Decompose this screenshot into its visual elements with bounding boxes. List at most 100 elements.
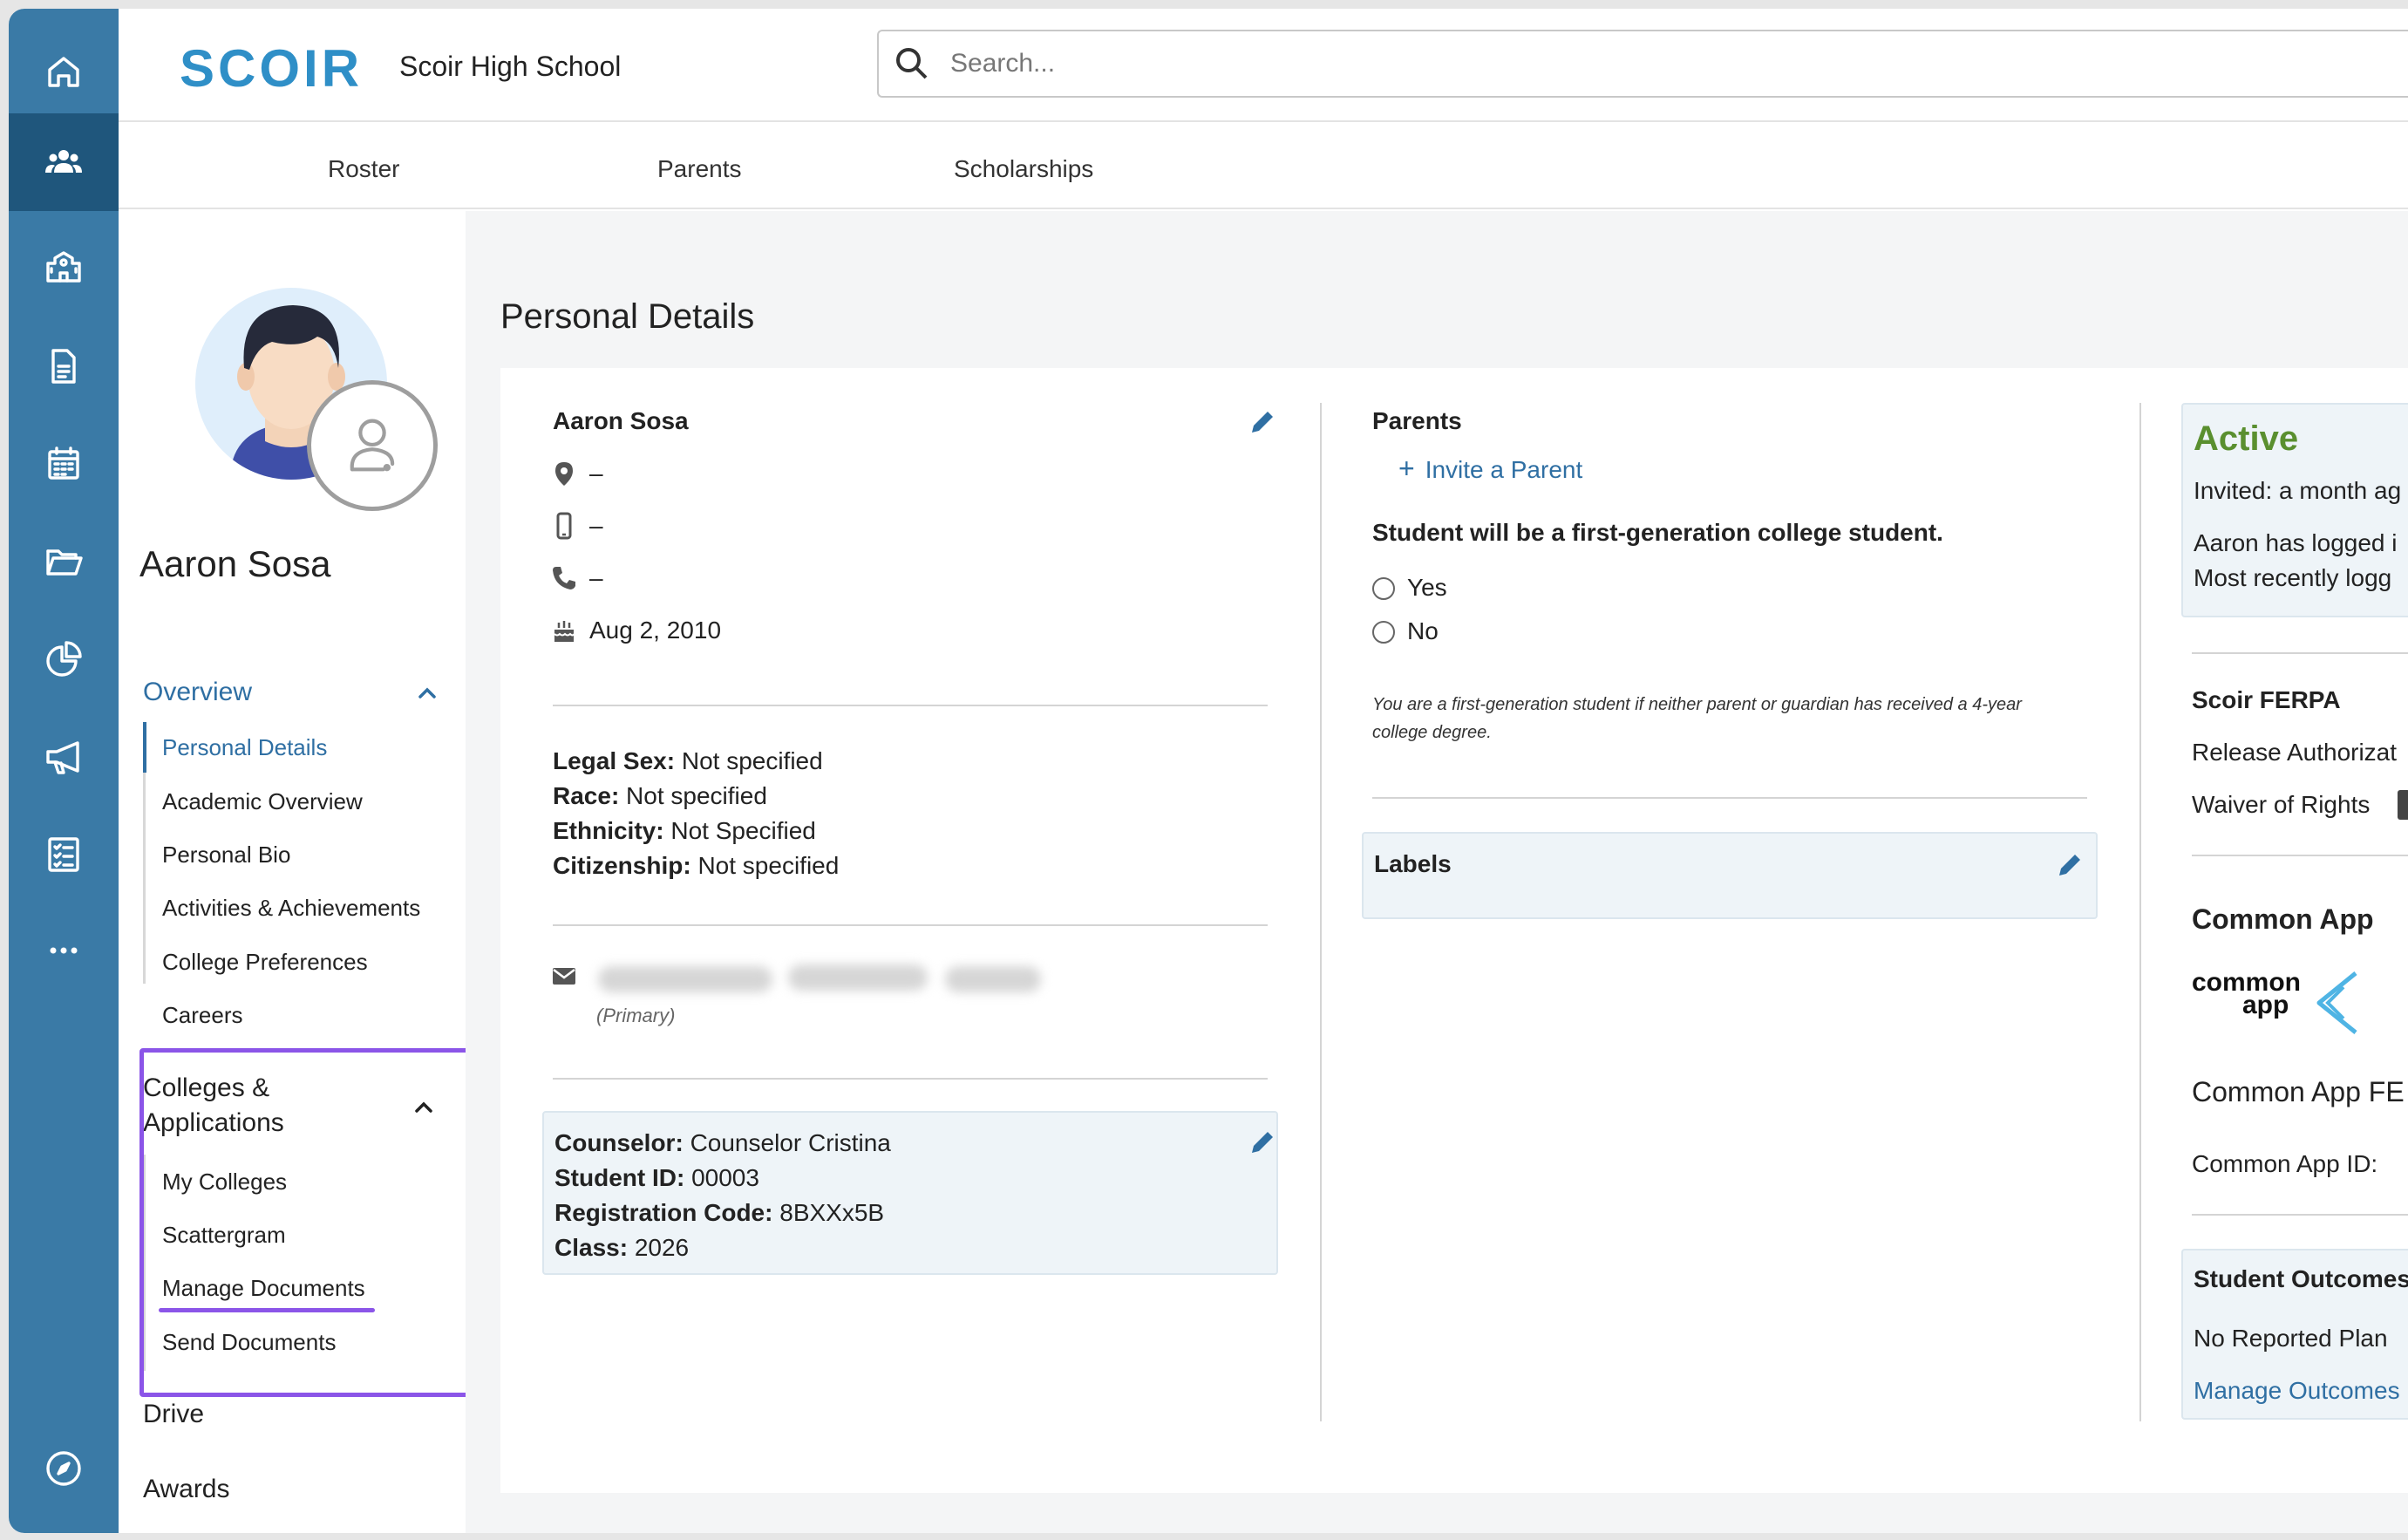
left-rail bbox=[9, 9, 119, 1533]
search-input[interactable] bbox=[950, 49, 1996, 78]
tab-parents[interactable]: Parents bbox=[657, 153, 742, 185]
calendar-icon[interactable] bbox=[9, 415, 119, 513]
class-row: Class: 2026 bbox=[554, 1231, 689, 1264]
search-icon bbox=[896, 48, 928, 79]
status-logged-line2: Most recently logg bbox=[2194, 564, 2392, 591]
radio-yes[interactable] bbox=[1372, 577, 1395, 600]
search-bar[interactable] bbox=[877, 30, 2408, 98]
labels-box bbox=[1362, 832, 2098, 919]
edit-pencil-icon[interactable] bbox=[2054, 849, 2085, 881]
sidebar-item-personal-bio[interactable]: Personal Bio bbox=[162, 840, 290, 869]
sidebar-item-activities[interactable]: Activities & Achievements bbox=[162, 893, 420, 923]
scoir-logo[interactable]: SCOIR bbox=[180, 38, 363, 99]
divider bbox=[553, 1078, 1268, 1080]
common-app-logo: common app bbox=[2192, 970, 2366, 1039]
contact-name: Aaron Sosa bbox=[553, 407, 689, 434]
document-icon[interactable] bbox=[9, 317, 119, 415]
first-gen-note-line1: You are a first-generation student if ne… bbox=[1372, 695, 2022, 714]
ethnicity-value: Not Specified bbox=[670, 817, 816, 844]
registration-code-value: 8BXXx5B bbox=[779, 1199, 885, 1226]
status-invited: Invited: a month ag bbox=[2194, 477, 2402, 504]
people-icon[interactable] bbox=[9, 113, 119, 211]
citizenship-value: Not specified bbox=[697, 852, 840, 879]
pie-chart-icon[interactable] bbox=[9, 610, 119, 708]
megaphone-icon[interactable] bbox=[9, 708, 119, 806]
invite-parent-label: Invite a Parent bbox=[1425, 456, 1583, 483]
student-id-label: Student ID: bbox=[554, 1164, 685, 1191]
divider bbox=[553, 924, 1268, 926]
address-value: – bbox=[589, 460, 603, 487]
page-title: Personal Details bbox=[500, 297, 755, 336]
legal-sex-row: Legal Sex: Not specified bbox=[553, 745, 823, 778]
citizenship-label: Citizenship: bbox=[553, 852, 691, 879]
class-value: 2026 bbox=[634, 1234, 690, 1261]
radio-no[interactable] bbox=[1372, 621, 1395, 644]
change-photo-icon[interactable] bbox=[307, 380, 438, 511]
race-value: Not specified bbox=[626, 782, 767, 809]
radio-yes-label: Yes bbox=[1407, 574, 1447, 601]
divider bbox=[2192, 1214, 2408, 1216]
column-divider bbox=[1320, 403, 1322, 1421]
school-icon[interactable] bbox=[9, 218, 119, 316]
parents-heading: Parents bbox=[1372, 407, 1462, 434]
email-primary-note: (Primary) bbox=[596, 1005, 676, 1026]
phone-value: – bbox=[589, 564, 603, 591]
ethnicity-label: Ethnicity: bbox=[553, 817, 664, 844]
no-reported-plan: No Reported Plan bbox=[2194, 1325, 2388, 1352]
legal-sex-label: Legal Sex: bbox=[553, 747, 676, 774]
first-gen-note-line2: college degree. bbox=[1372, 723, 1492, 742]
sidebar-item-drive[interactable]: Drive bbox=[143, 1397, 204, 1432]
tab-roster[interactable]: Roster bbox=[328, 153, 399, 185]
race-row: Race: Not specified bbox=[553, 780, 767, 813]
divider bbox=[1372, 797, 2087, 799]
radio-no-label: No bbox=[1407, 617, 1439, 644]
email-redacted bbox=[945, 966, 1041, 992]
student-id-row: Student ID: 00003 bbox=[554, 1162, 759, 1195]
sidebar-item-academic-overview[interactable]: Academic Overview bbox=[162, 787, 363, 816]
chevron-up-icon[interactable] bbox=[415, 681, 439, 705]
ferpa-release: Release Authorizat bbox=[2192, 739, 2398, 766]
overview-section-label[interactable]: Overview bbox=[143, 675, 252, 710]
divider bbox=[553, 705, 1268, 706]
first-gen-question: Student will be a first-generation colle… bbox=[1372, 519, 1943, 546]
email-redacted bbox=[788, 964, 928, 991]
home-icon[interactable] bbox=[9, 23, 119, 120]
student-name: Aaron Sosa bbox=[139, 543, 331, 584]
highlight-box bbox=[139, 1048, 490, 1397]
common-app-fe: Common App FE bbox=[2192, 1076, 2405, 1107]
registration-code-row: Registration Code: 8BXXx5B bbox=[554, 1196, 884, 1230]
folder-icon[interactable] bbox=[9, 513, 119, 610]
common-app-logo-word2: app bbox=[2242, 991, 2289, 1019]
tab-scholarships[interactable]: Scholarships bbox=[954, 153, 1093, 185]
outcomes-heading: Student Outcomes bbox=[2194, 1265, 2408, 1292]
column-divider bbox=[2139, 403, 2141, 1421]
edit-pencil-icon[interactable] bbox=[1247, 406, 1278, 438]
status-active: Active bbox=[2194, 419, 2299, 458]
status-logged-line1: Aaron has logged i bbox=[2194, 529, 2398, 556]
main-content: Personal Details Aaron Sosa – – – Aug 2,… bbox=[466, 211, 2408, 1533]
location-icon bbox=[555, 462, 573, 486]
section-nav: Roster Parents Scholarships bbox=[119, 124, 2408, 209]
more-icon[interactable] bbox=[9, 902, 119, 999]
edit-pencil-icon[interactable] bbox=[1247, 1127, 1278, 1158]
sidebar-item-personal-details[interactable]: Personal Details bbox=[162, 733, 327, 762]
race-label: Race: bbox=[553, 782, 620, 809]
checklist-icon[interactable] bbox=[9, 806, 119, 903]
compass-icon[interactable] bbox=[9, 1420, 119, 1517]
email-icon bbox=[553, 968, 575, 985]
invite-parent-link[interactable]: + Invite a Parent bbox=[1398, 452, 1582, 487]
student-sidebar: Aaron Sosa Overview Personal Details Aca… bbox=[119, 211, 490, 1533]
legal-sex-value: Not specified bbox=[681, 747, 823, 774]
mobile-value: – bbox=[589, 512, 603, 539]
plus-icon: + bbox=[1398, 453, 1415, 484]
sidebar-item-college-preferences[interactable]: College Preferences bbox=[162, 947, 368, 977]
class-label: Class: bbox=[554, 1234, 629, 1261]
manage-outcomes-link[interactable]: Manage Outcomes bbox=[2194, 1374, 2400, 1407]
phone-icon bbox=[553, 567, 575, 589]
student-id-value: 00003 bbox=[691, 1164, 759, 1191]
citizenship-row: Citizenship: Not specified bbox=[553, 849, 839, 882]
sidebar-item-awards[interactable]: Awards bbox=[143, 1472, 230, 1507]
counselor-label: Counselor: bbox=[554, 1129, 684, 1156]
sidebar-item-careers[interactable]: Careers bbox=[162, 1000, 242, 1030]
birthday-value: Aug 2, 2010 bbox=[589, 617, 722, 644]
